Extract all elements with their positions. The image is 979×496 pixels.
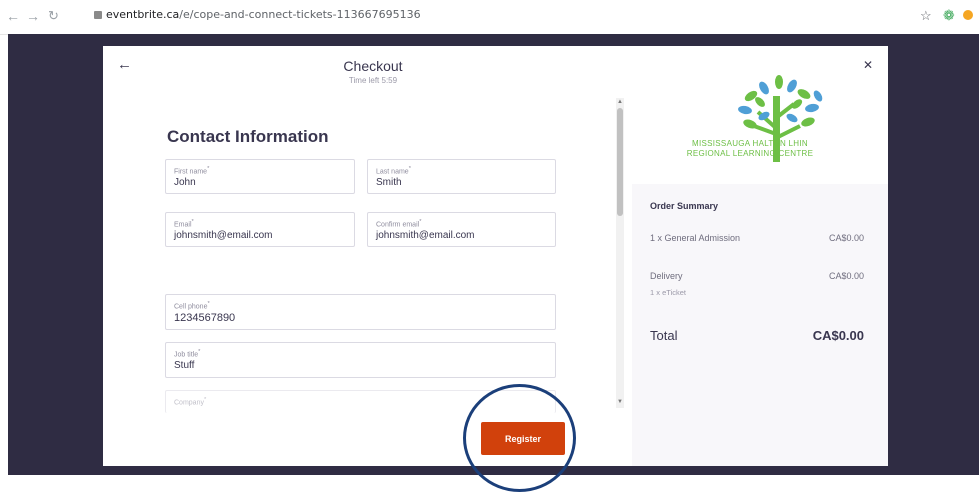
scrollbar-thumb[interactable]	[617, 108, 623, 216]
form-scrollbar[interactable]: ▲ ▼	[616, 98, 624, 408]
job-title-field[interactable]: Job title* Stuff	[165, 342, 556, 378]
contact-heading: Contact Information	[167, 127, 329, 146]
job-title-value: Stuff	[174, 360, 195, 371]
company-label: Company*	[174, 397, 207, 407]
delivery-sub: 1 x eTicket	[650, 288, 686, 297]
arrow-left-icon[interactable]: ←	[6, 9, 20, 23]
scroll-up-icon[interactable]: ▲	[617, 99, 623, 105]
checkout-title: Checkout	[343, 58, 403, 74]
star-icon[interactable]: ☆	[920, 8, 932, 24]
email-value: johnsmith@email.com	[174, 230, 273, 241]
total-amount: CA$0.00	[812, 328, 864, 343]
delivery-amount: CA$0.00	[828, 271, 864, 281]
extension-icon[interactable]: ❁	[943, 7, 955, 24]
url-domain: eventbrite.ca	[106, 8, 180, 21]
cell-phone-value: 1234567890	[174, 312, 236, 324]
cell-phone-field[interactable]: Cell phone* 1234567890	[165, 294, 556, 330]
arrow-right-icon[interactable]: →	[26, 9, 40, 23]
first-name-label: First name*	[174, 166, 210, 176]
last-name-value: Smith	[376, 177, 402, 188]
line-item-label: 1 x General Admission	[650, 233, 741, 243]
first-name-value: John	[174, 177, 196, 188]
last-name-field[interactable]: Last name* Smith	[367, 159, 556, 194]
order-summary-panel: MISSISSAUGA HALTON LHIN REGIONAL LEARNIN…	[632, 46, 888, 466]
lock-icon	[94, 11, 102, 19]
delivery-label: Delivery	[650, 271, 683, 281]
order-summary-title: Order Summary	[650, 201, 719, 211]
annotation-circle	[463, 384, 576, 492]
browser-toolbar: ← → ↻ eventbrite.ca/e/cope-and-connect-t…	[0, 0, 979, 35]
url-path: /e/cope-and-connect-tickets-113667695136	[179, 8, 421, 21]
job-title-label: Job title*	[174, 349, 201, 359]
cell-phone-label: Cell phone*	[174, 301, 210, 311]
scroll-down-icon[interactable]: ▼	[617, 399, 623, 405]
confirm-email-field[interactable]: Confirm email* johnsmith@email.com	[367, 212, 556, 247]
extension-badge-icon[interactable]	[963, 10, 973, 20]
email-field[interactable]: Email* johnsmith@email.com	[165, 212, 355, 247]
reload-icon[interactable]: ↻	[48, 9, 59, 23]
tree-logo-icon	[738, 75, 823, 162]
organizer-name-line2: REGIONAL LEARNING CENTRE	[686, 149, 814, 158]
confirm-email-value: johnsmith@email.com	[376, 230, 475, 241]
email-label: Email*	[174, 219, 194, 229]
address-bar[interactable]: eventbrite.ca/e/cope-and-connect-tickets…	[106, 8, 421, 21]
last-name-label: Last name*	[376, 166, 411, 176]
time-left: Time left 5:59	[348, 76, 398, 85]
confirm-email-label: Confirm email*	[376, 219, 422, 229]
organizer-name-line1: MISSISSAUGA HALTON LHIN	[692, 139, 808, 148]
line-item-amount: CA$0.00	[828, 233, 864, 243]
organizer-logo: MISSISSAUGA HALTON LHIN REGIONAL LEARNIN…	[632, 46, 888, 184]
close-icon[interactable]: ✕	[863, 58, 873, 72]
total-label: Total	[650, 328, 678, 343]
first-name-field[interactable]: First name* John	[165, 159, 355, 194]
